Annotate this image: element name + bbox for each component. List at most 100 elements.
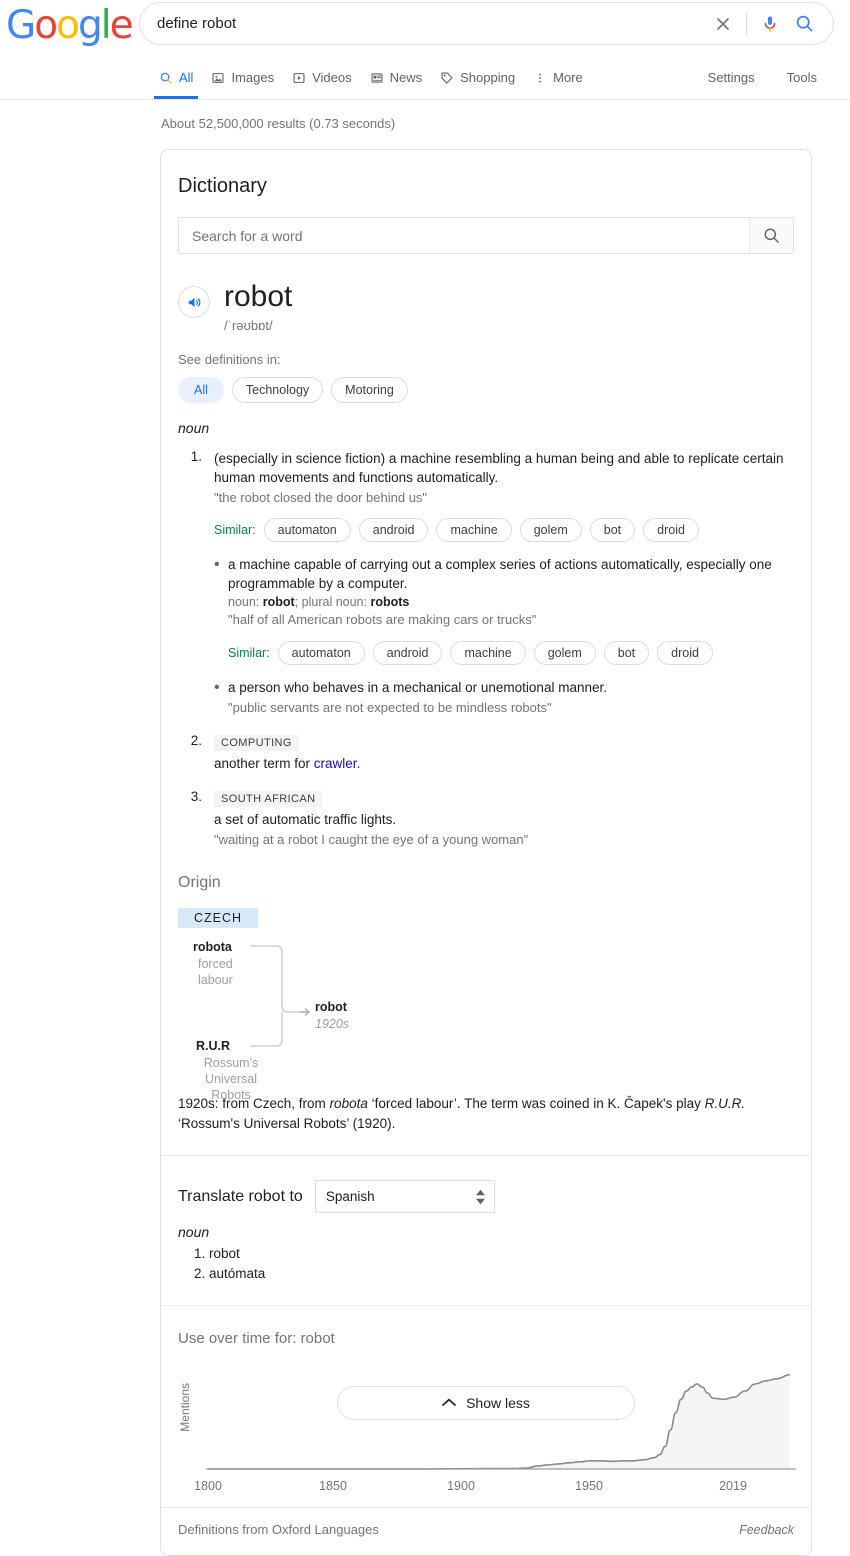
etymology-source-word-1: robota [193, 940, 232, 955]
origin-part-3: ‘forced labour’. The term was coined in … [367, 1096, 705, 1112]
tools-label: Tools [786, 70, 817, 85]
sense-number: 3. [190, 789, 202, 804]
google-logo[interactable]: Google [6, 3, 134, 48]
chevron-up-icon [442, 1394, 456, 1412]
chip-technology[interactable]: Technology [231, 376, 324, 403]
etymology-result-word: robot [315, 1000, 347, 1015]
microphone-icon[interactable] [753, 2, 787, 45]
crawler-link[interactable]: crawler [314, 756, 357, 771]
logo-letter-g2: g [77, 3, 103, 48]
etymology-source-gloss-1: forced labour [198, 957, 233, 988]
similar-label: Similar: [214, 523, 256, 537]
synonym-chip[interactable]: droid [657, 640, 713, 665]
search-bar[interactable]: define robot [139, 2, 834, 45]
subsense-body: a machine capable of carrying out a comp… [228, 555, 794, 665]
settings-button[interactable]: Settings [697, 56, 766, 99]
grammar-note: noun: robot; plural noun: robots [228, 595, 794, 609]
origin-language-tag: CZECH [178, 908, 259, 929]
list-item: autómata [209, 1266, 794, 1281]
synonym-chip[interactable]: android [372, 640, 443, 665]
subsense-body: a person who behaves in a mechanical or … [228, 678, 794, 717]
search-submit-button[interactable] [787, 2, 821, 45]
tab-more-label: More [553, 70, 583, 85]
logo-letter-l: l [100, 3, 112, 48]
list-item: robot [209, 1246, 794, 1261]
synonym-chip[interactable]: golem [519, 518, 582, 542]
speaker-icon[interactable] [178, 286, 210, 318]
sense-body: SOUTH AFRICAN a set of automatic traffic… [214, 789, 794, 849]
tab-images[interactable]: Images [202, 56, 283, 99]
video-icon [293, 72, 305, 83]
chevron-updown-icon [475, 1189, 485, 1205]
translate-label: Translate robot to [178, 1187, 303, 1205]
sense-number: 1. [190, 448, 202, 464]
tag-icon [441, 71, 453, 84]
feedback-link[interactable]: Feedback [739, 1523, 794, 1537]
definition-suffix: . [356, 755, 361, 771]
show-less-label: Show less [466, 1395, 530, 1411]
tab-all[interactable]: All [150, 56, 202, 99]
search-input[interactable]: define robot [140, 15, 706, 32]
more-vertical-icon [539, 73, 542, 82]
tab-shopping-label: Shopping [460, 70, 516, 85]
search-input[interactable]: Search for a word [179, 218, 749, 253]
chip-all[interactable]: All [178, 376, 224, 403]
synonym-chip[interactable]: automaton [277, 640, 365, 665]
news-icon [371, 72, 383, 83]
chart-y-axis-label: Mentions [178, 1383, 192, 1433]
tab-news-label: News [389, 70, 423, 85]
grammar-plural: robots [370, 595, 410, 610]
similar-words-row: Similar: automaton android machine golem… [228, 640, 794, 665]
tab-more[interactable]: More [524, 56, 592, 99]
synonym-chip[interactable]: golem [533, 640, 596, 665]
source-attribution: Definitions from Oxford Languages [178, 1522, 379, 1538]
etymology-diagram: robota forced labour R.U.R Rossum's Univer… [178, 932, 538, 1102]
bullet-icon: • [214, 678, 220, 696]
nav-right-group: Settings Tools [697, 56, 828, 99]
phonetic-transcription: /ˈrəʊbɒt/ [224, 317, 273, 333]
headword: robot [224, 280, 293, 313]
similar-words-row: Similar: automaton android machine golem… [214, 518, 794, 542]
subsense-item: • a machine capable of carrying out a co… [214, 555, 794, 665]
synonym-chip[interactable]: bot [603, 640, 650, 665]
tab-images-label: Images [231, 70, 275, 85]
tab-all-label: All [179, 70, 194, 85]
etymology-source-word-2: R.U.R [196, 1039, 231, 1054]
tab-shopping[interactable]: Shopping [431, 56, 524, 99]
language-select-value: Spanish [325, 1189, 375, 1205]
clear-search-button[interactable] [706, 2, 740, 45]
example-text: "half of all American robots are making … [228, 612, 537, 628]
see-definitions-label: See definitions in: [178, 351, 281, 367]
search-icon [160, 72, 172, 84]
chart-x-tick: 1800 [194, 1479, 222, 1494]
tab-news[interactable]: News [361, 56, 432, 99]
definition-list: 1. (especially in science fiction) a mac… [178, 449, 794, 850]
language-select[interactable]: Spanish [314, 1180, 495, 1214]
chart-x-tick: 1900 [447, 1479, 475, 1494]
synonym-chip[interactable]: droid [643, 518, 699, 542]
definition-prefix: another term for [214, 755, 314, 771]
part-of-speech: noun [178, 419, 210, 436]
dictionary-card: Dictionary Search for a word robot /ˈrəʊ… [160, 149, 812, 1556]
tab-videos[interactable]: Videos [283, 56, 361, 99]
word-search-button[interactable] [749, 218, 793, 253]
synonym-chip[interactable]: machine [436, 518, 512, 542]
chip-motoring[interactable]: Motoring [331, 376, 408, 403]
definition-text: a person who behaves in a mechanical or … [228, 679, 607, 695]
word-search-box[interactable]: Search for a word [178, 217, 794, 254]
tools-button[interactable]: Tools [776, 56, 828, 99]
definition-text: (especially in science fiction) a machin… [214, 450, 784, 485]
synonym-chip[interactable]: machine [450, 640, 526, 665]
synonym-chip[interactable]: automaton [263, 518, 351, 542]
synonym-chip[interactable]: bot [589, 518, 636, 542]
grammar-word: robot [262, 595, 295, 610]
definition-text: a set of automatic traffic lights. [214, 812, 397, 827]
etymology-result-date: 1920s [315, 1017, 350, 1032]
sense-body: COMPUTING another term for crawler. [214, 733, 794, 773]
list-item: 1. (especially in science fiction) a mac… [178, 449, 794, 717]
synonym-chip[interactable]: android [358, 518, 429, 542]
translate-section: Translate robot to Spanish noun robot au… [161, 1156, 811, 1305]
status-badge: COMPUTING [214, 734, 299, 751]
search-icon [764, 228, 779, 243]
show-less-button[interactable]: Show less [337, 1386, 635, 1420]
